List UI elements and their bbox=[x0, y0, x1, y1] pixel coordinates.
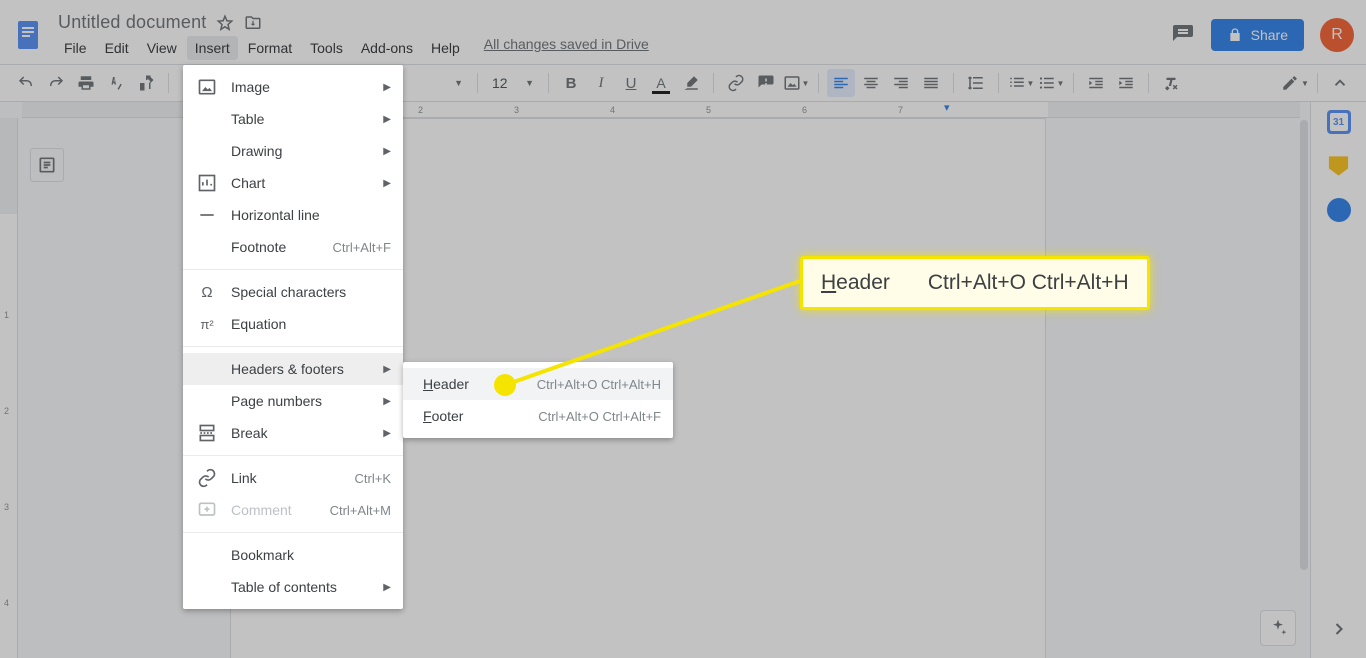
insert-dropdown-menu: Image ▶ Table ▶ Drawing ▶ Chart ▶ Horizo… bbox=[183, 65, 403, 609]
headers-footers-submenu: Header Ctrl+Alt+O Ctrl+Alt+H Footer Ctrl… bbox=[403, 362, 673, 438]
doc-title[interactable]: Untitled document bbox=[58, 12, 206, 33]
title-area: Untitled document File Edit View Insert … bbox=[56, 10, 1171, 60]
break-icon bbox=[197, 423, 217, 443]
menu-file[interactable]: File bbox=[56, 36, 95, 60]
menu-item-break[interactable]: Break ▶ bbox=[183, 417, 403, 449]
app-header: Untitled document File Edit View Insert … bbox=[0, 0, 1366, 64]
menu-item-page-numbers[interactable]: Page numbers ▶ bbox=[183, 385, 403, 417]
callout-shortcut: Ctrl+Alt+O Ctrl+Alt+H bbox=[928, 271, 1129, 295]
menu-item-footnote[interactable]: Footnote Ctrl+Alt+F bbox=[183, 231, 403, 263]
menu-insert[interactable]: Insert bbox=[187, 36, 238, 60]
increase-indent-button[interactable] bbox=[1112, 69, 1140, 97]
annotation-callout: Header Ctrl+Alt+O Ctrl+Alt+H bbox=[800, 256, 1150, 310]
show-outline-button[interactable] bbox=[30, 148, 64, 182]
menu-item-horizontal-line[interactable]: Horizontal line bbox=[183, 199, 403, 231]
menu-help[interactable]: Help bbox=[423, 36, 468, 60]
explore-button[interactable] bbox=[1260, 610, 1296, 646]
decrease-indent-button[interactable] bbox=[1082, 69, 1110, 97]
editing-mode-button[interactable]: ▼ bbox=[1281, 69, 1309, 97]
submenu-arrow-icon: ▶ bbox=[383, 82, 391, 93]
link-icon bbox=[197, 468, 217, 488]
text-color-button[interactable]: A bbox=[647, 69, 675, 97]
menu-item-comment: Comment Ctrl+Alt+M bbox=[183, 494, 403, 526]
submenu-item-header[interactable]: Header Ctrl+Alt+O Ctrl+Alt+H bbox=[403, 368, 673, 400]
menu-item-equation[interactable]: π² Equation bbox=[183, 308, 403, 340]
calendar-addon-icon[interactable] bbox=[1327, 110, 1351, 134]
insert-comment-button[interactable] bbox=[752, 69, 780, 97]
app-root: Untitled document File Edit View Insert … bbox=[0, 0, 1366, 658]
underline-button[interactable]: U bbox=[617, 69, 645, 97]
undo-button[interactable] bbox=[12, 69, 40, 97]
menu-item-drawing[interactable]: Drawing ▶ bbox=[183, 135, 403, 167]
keep-addon-icon[interactable] bbox=[1327, 154, 1351, 178]
pi-icon: π² bbox=[197, 314, 217, 334]
menu-item-link[interactable]: Link Ctrl+K bbox=[183, 462, 403, 494]
menu-edit[interactable]: Edit bbox=[97, 36, 137, 60]
lock-icon bbox=[1227, 27, 1243, 43]
menu-addons[interactable]: Add-ons bbox=[353, 36, 421, 60]
menu-view[interactable]: View bbox=[139, 36, 185, 60]
align-justify-button[interactable] bbox=[917, 69, 945, 97]
print-button[interactable] bbox=[72, 69, 100, 97]
docs-logo[interactable] bbox=[8, 15, 48, 55]
clear-formatting-button[interactable] bbox=[1157, 69, 1185, 97]
submenu-item-footer[interactable]: Footer Ctrl+Alt+O Ctrl+Alt+F bbox=[403, 400, 673, 432]
numbered-list-button[interactable]: ▼ bbox=[1007, 69, 1035, 97]
tasks-addon-icon[interactable] bbox=[1327, 198, 1351, 222]
align-right-button[interactable] bbox=[887, 69, 915, 97]
share-button[interactable]: Share bbox=[1211, 19, 1304, 51]
align-left-button[interactable] bbox=[827, 69, 855, 97]
vertical-ruler[interactable]: 1 2 3 4 bbox=[0, 118, 18, 658]
scrollbar-thumb[interactable] bbox=[1300, 120, 1308, 570]
menu-item-table[interactable]: Table ▶ bbox=[183, 103, 403, 135]
hide-menus-button[interactable] bbox=[1326, 69, 1354, 97]
omega-icon: Ω bbox=[197, 282, 217, 302]
italic-button[interactable]: I bbox=[587, 69, 615, 97]
menu-format[interactable]: Format bbox=[240, 36, 300, 60]
line-spacing-button[interactable] bbox=[962, 69, 990, 97]
side-panel bbox=[1310, 102, 1366, 658]
account-avatar[interactable]: R bbox=[1320, 18, 1354, 52]
paint-format-button[interactable] bbox=[132, 69, 160, 97]
insert-image-button[interactable]: ▼ bbox=[782, 69, 810, 97]
menu-item-image[interactable]: Image ▶ bbox=[183, 71, 403, 103]
redo-button[interactable] bbox=[42, 69, 70, 97]
menubar: File Edit View Insert Format Tools Add-o… bbox=[56, 36, 1171, 60]
save-status[interactable]: All changes saved in Drive bbox=[484, 36, 649, 60]
horizontal-line-icon bbox=[197, 205, 217, 225]
align-center-button[interactable] bbox=[857, 69, 885, 97]
image-icon bbox=[197, 77, 217, 97]
spellcheck-button[interactable] bbox=[102, 69, 130, 97]
insert-link-button[interactable] bbox=[722, 69, 750, 97]
comment-plus-icon bbox=[197, 500, 217, 520]
bulleted-list-button[interactable]: ▼ bbox=[1037, 69, 1065, 97]
open-comments-icon[interactable] bbox=[1171, 23, 1195, 47]
menu-item-special-characters[interactable]: Ω Special characters bbox=[183, 276, 403, 308]
star-icon[interactable] bbox=[216, 14, 234, 32]
menu-item-headers-footers[interactable]: Headers & footers ▶ bbox=[183, 353, 403, 385]
menu-item-chart[interactable]: Chart ▶ bbox=[183, 167, 403, 199]
font-size-dropdown[interactable]: 12▼ bbox=[486, 69, 540, 97]
hide-side-panel-button[interactable] bbox=[1329, 619, 1349, 642]
share-label: Share bbox=[1251, 27, 1288, 43]
callout-label: Header bbox=[821, 271, 890, 295]
chart-icon bbox=[197, 173, 217, 193]
highlight-color-button[interactable] bbox=[677, 69, 705, 97]
move-icon[interactable] bbox=[244, 14, 262, 32]
menu-tools[interactable]: Tools bbox=[302, 36, 351, 60]
menu-item-toc[interactable]: Table of contents ▶ bbox=[183, 571, 403, 603]
menu-item-bookmark[interactable]: Bookmark bbox=[183, 539, 403, 571]
right-indent-marker[interactable]: ▾ bbox=[944, 102, 950, 114]
annotation-dot bbox=[494, 374, 516, 396]
bold-button[interactable]: B bbox=[557, 69, 585, 97]
